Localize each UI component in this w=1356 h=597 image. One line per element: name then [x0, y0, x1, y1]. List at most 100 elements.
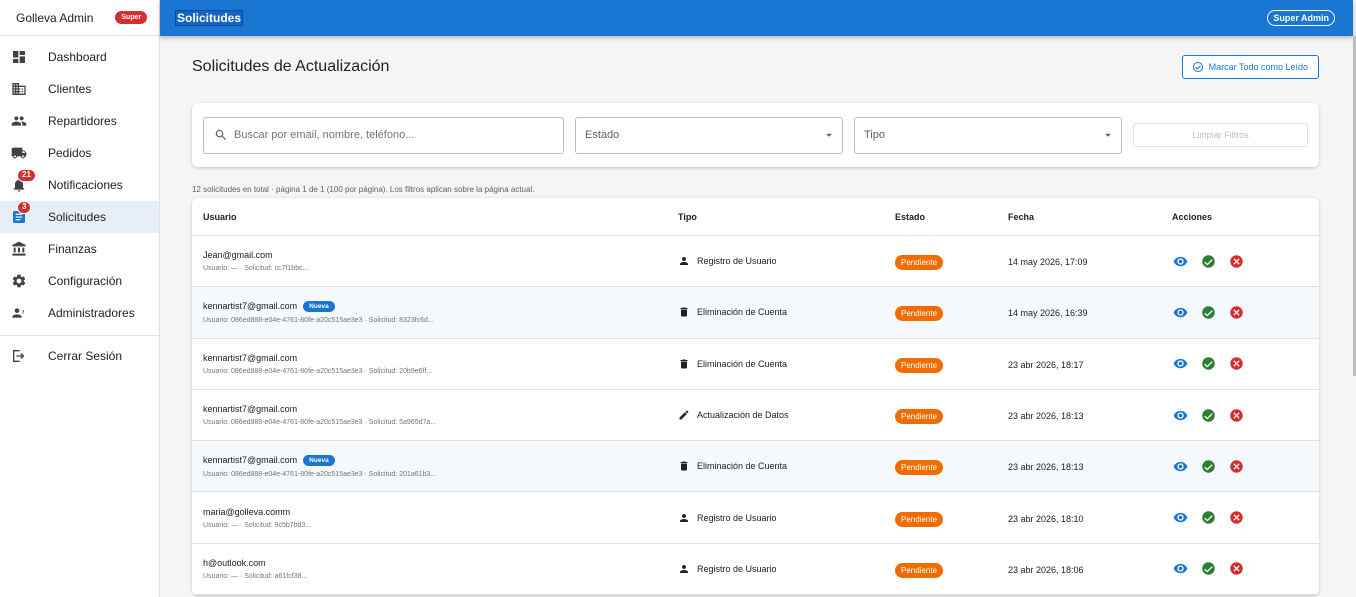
reject-button[interactable] — [1228, 510, 1244, 526]
type-cell: Actualización de Datos — [667, 409, 884, 421]
table-row: kennartist7@gmail.com Usuario: 086ed888-e… — [192, 339, 1319, 390]
request-meta: Usuario: 086ed888-e04e-4761-80fe-a20c515… — [203, 419, 437, 427]
user-email-line: kennartist7@gmail.com Nueva — [203, 454, 667, 466]
sidebar-item-solicitudes[interactable]: 3 Solicitudes — [0, 201, 159, 233]
eye-icon — [1173, 512, 1187, 523]
approve-button[interactable] — [1200, 253, 1216, 269]
table-row: maria@golleva.comm Usuario: — · Solicitud… — [192, 492, 1319, 544]
status-badge: Pendiente — [895, 511, 944, 527]
trash-icon — [678, 306, 690, 318]
truck-icon — [11, 145, 27, 161]
reject-button[interactable] — [1228, 407, 1244, 423]
user-chip[interactable]: Super Admin — [1267, 10, 1335, 26]
actions-cell — [1161, 561, 1319, 577]
tipo-select[interactable]: Tipo — [854, 116, 1122, 154]
type-cell: Registro de Usuario — [667, 255, 884, 267]
filters-card: Estado Tipo Limpiar Filtros — [192, 103, 1319, 167]
eye-icon — [1173, 461, 1187, 472]
reject-button[interactable] — [1228, 356, 1244, 372]
search-input[interactable] — [234, 129, 534, 141]
clear-filters-button[interactable]: Limpiar Filtros — [1133, 123, 1308, 147]
check-circle-icon — [1201, 511, 1215, 524]
sidebar-nav: Dashboard Clientes Repartidores Pedidos 21 No… — [0, 36, 159, 329]
sidebar-item-pedidos[interactable]: Pedidos — [0, 137, 159, 169]
actions-cell — [1161, 407, 1319, 423]
user-email-line: kennartist7@gmail.com Nueva — [203, 300, 667, 312]
sidebar-item-configuracion[interactable]: Configuración — [0, 265, 159, 297]
view-button[interactable] — [1172, 407, 1188, 423]
view-button[interactable] — [1172, 510, 1188, 526]
sidebar-item-administradores[interactable]: Administradores — [0, 297, 159, 329]
status-cell: Pendiente — [884, 355, 997, 373]
logout-button[interactable]: Cerrar Sesión — [0, 340, 159, 372]
request-meta: Usuario: 086ed888-e04e-4761-80fe-a20c515… — [203, 470, 437, 478]
eye-icon — [1173, 564, 1187, 574]
date-cell: 14 may 2026, 17:09 — [997, 252, 1161, 270]
business-icon — [11, 81, 27, 97]
approve-button[interactable] — [1200, 510, 1216, 526]
sidebar-item-notificaciones[interactable]: 21 Notificaciones — [0, 169, 159, 201]
approve-button[interactable] — [1200, 304, 1216, 320]
sidebar-item-dashboard[interactable]: Dashboard — [0, 41, 159, 73]
table-row: kennartist7@gmail.com Nueva Usuario: 086ed… — [192, 287, 1319, 339]
mark-all-read-label: Marcar Todo como Leído — [1208, 62, 1308, 72]
user-cell: Jean@gmail.com Usuario: — · Solicitud: cc… — [192, 250, 667, 272]
date-cell: 23 abr 2026, 18:10 — [997, 509, 1161, 527]
reject-button[interactable] — [1228, 561, 1244, 577]
person-icon — [678, 563, 690, 575]
approve-button[interactable] — [1200, 407, 1216, 423]
status-cell: Pendiente — [884, 457, 997, 476]
sidebar-item-finanzas[interactable]: Finanzas — [0, 233, 159, 265]
view-button[interactable] — [1172, 356, 1188, 372]
results-summary: 12 solicitudes en total · página 1 de 1 … — [192, 185, 535, 194]
view-button[interactable] — [1172, 561, 1188, 577]
request-date: 14 may 2026, 17:09 — [1008, 257, 1088, 268]
tipo-select-label: Tipo — [864, 129, 885, 141]
gear-icon — [11, 273, 27, 289]
request-meta: Usuario: 086ed888-e04e-4761-80fe-a20c515… — [203, 367, 433, 375]
user-email-line: maria@golleva.comm — [203, 507, 667, 517]
actions-cell — [1161, 458, 1319, 474]
dashboard-icon — [11, 49, 27, 65]
actions-cell — [1161, 253, 1319, 269]
user-email: Jean@gmail.com — [203, 250, 273, 261]
cancel-circle-icon — [1229, 460, 1243, 473]
requests-table: Usuario Tipo Estado Fecha Acciones Jean@… — [192, 198, 1319, 596]
approve-button[interactable] — [1200, 561, 1216, 577]
search-field[interactable] — [203, 116, 564, 154]
type-label: Actualización de Datos — [697, 410, 789, 421]
table-row: kennartist7@gmail.com Nueva Usuario: 086ed… — [192, 441, 1319, 493]
header-acciones: Acciones — [1172, 211, 1213, 222]
admin-people-icon — [11, 305, 27, 321]
new-badge: Nueva — [303, 300, 335, 312]
reject-button[interactable] — [1228, 253, 1244, 269]
type-cell: Registro de Usuario — [667, 512, 884, 524]
status-cell: Pendiente — [884, 252, 997, 271]
reject-button[interactable] — [1228, 458, 1244, 474]
approve-button[interactable] — [1200, 458, 1216, 474]
sidebar-divider — [0, 335, 159, 336]
cancel-circle-icon — [1229, 306, 1243, 319]
user-email: kennartist7@gmail.com — [203, 352, 298, 363]
mark-all-read-button[interactable]: Marcar Todo como Leído — [1181, 55, 1319, 79]
user-email-line: h@outlook.com — [203, 558, 667, 568]
sidebar-header: Golleva Admin Super — [0, 0, 159, 36]
sidebar-item-clientes[interactable]: Clientes — [0, 73, 159, 105]
view-button[interactable] — [1172, 458, 1188, 474]
request-date: 23 abr 2026, 18:06 — [1008, 564, 1084, 575]
estado-select[interactable]: Estado — [575, 116, 843, 154]
view-button[interactable] — [1172, 304, 1188, 320]
approve-button[interactable] — [1200, 356, 1216, 372]
header-fecha: Fecha — [1008, 211, 1035, 222]
user-cell: maria@golleva.comm Usuario: — · Solicitud… — [192, 507, 667, 529]
request-meta: Usuario: — · Solicitud: cc7f1bbc... — [203, 265, 309, 273]
sidebar-item-repartidores[interactable]: Repartidores — [0, 105, 159, 137]
table-row: Jean@gmail.com Usuario: — · Solicitud: cc… — [192, 236, 1319, 288]
date-cell: 23 abr 2026, 18:13 — [997, 406, 1161, 424]
view-button[interactable] — [1172, 253, 1188, 269]
date-cell: 14 may 2026, 16:39 — [997, 303, 1161, 321]
reject-button[interactable] — [1228, 304, 1244, 320]
sidebar-item-label: Dashboard — [48, 50, 107, 64]
cancel-circle-icon — [1229, 357, 1243, 370]
request-date: 23 abr 2026, 18:17 — [1008, 359, 1084, 370]
